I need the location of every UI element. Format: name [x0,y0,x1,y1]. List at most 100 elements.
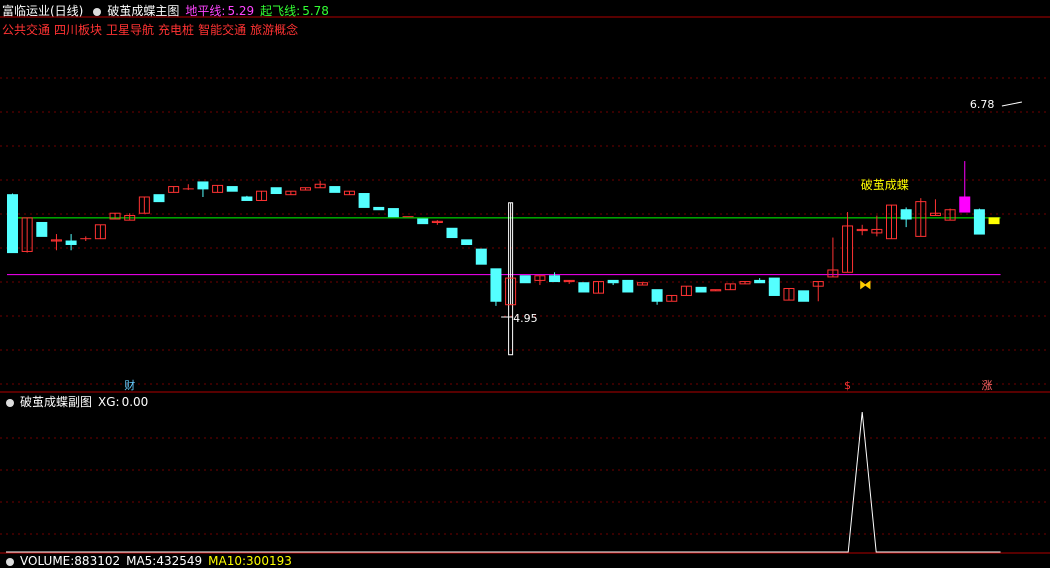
candle-body [607,279,619,284]
candle-body [695,286,707,293]
candle [285,190,297,196]
chart-labels: 6.78 4.95 破茧成蝶 ⧓ 财 $ 涨 [124,98,1022,392]
candle [695,286,707,293]
dollar-marker[interactable]: $ [844,379,851,392]
candle [622,279,634,293]
candle-body [461,239,473,245]
candle [900,207,912,228]
candle [256,190,268,201]
candle [329,186,341,193]
candle [915,198,927,237]
candle [636,282,648,286]
candle [812,281,824,302]
candle [50,234,62,251]
candle [798,290,810,302]
candle [241,195,253,201]
candle [886,204,897,240]
candle-body [519,275,531,284]
candle [593,281,604,294]
candle-body [651,289,663,302]
candle [959,161,971,213]
candle-body [7,194,18,254]
candle-body [959,196,971,213]
candle-body [241,196,253,201]
candle [534,275,546,286]
candle-body [900,209,912,220]
candle-body [475,248,487,265]
candle [651,289,663,305]
candle [343,190,355,196]
candle [973,208,985,235]
candle [578,282,590,293]
candle-body [373,206,385,211]
candle [94,224,106,240]
candle-body [36,221,48,237]
candle [944,208,956,221]
candle [988,217,1000,225]
candle [739,281,751,285]
candle [226,186,238,192]
signal-line [6,411,1001,553]
candle [270,187,282,195]
candle [710,289,722,292]
candle-body [490,268,502,302]
candle [431,220,443,225]
candle [373,206,385,211]
candle [314,180,326,189]
candle-body [358,193,370,208]
candle [505,202,517,356]
candle-body [798,290,810,302]
candle-body [65,240,77,245]
candle [182,184,194,191]
candle [387,208,399,218]
candle [80,236,92,242]
candle [446,227,458,239]
candle [549,272,561,283]
max-price-arrow [1001,101,1022,107]
limit-up-marker[interactable]: 涨 [982,379,993,392]
grid-lines [0,16,1050,554]
candle [666,294,678,302]
candle [519,275,531,284]
candle-body [153,194,165,203]
candle-body [417,218,429,225]
butterfly-icon: ⧓ [859,278,872,293]
candle [783,288,795,301]
candle [7,193,18,254]
candle [929,199,941,217]
candle-body [768,277,780,296]
financial-report-marker[interactable]: 财 [124,378,135,392]
candle [827,237,839,278]
candle [138,196,150,214]
candle [871,215,883,237]
candle-body [578,282,590,293]
candle-body [226,186,238,192]
candle-series [7,161,1000,356]
candle [768,277,780,296]
candle [856,224,868,236]
candle [21,217,33,253]
candle-body [973,209,985,235]
candle [842,212,854,273]
candle [197,181,209,197]
candle [475,248,487,265]
min-price-label: 4.95 [513,312,538,325]
candle [212,184,224,193]
candle [36,221,48,237]
candle [300,187,311,191]
candle-body [754,279,766,284]
candle [754,278,766,284]
candle-body [549,275,561,283]
candle-body [446,227,458,239]
candle [168,186,180,193]
candle-body [270,187,282,195]
candle [724,283,736,291]
breakout-annotation: 破茧成蝶 [861,177,909,192]
stock-chart[interactable]: 6.78 4.95 破茧成蝶 ⧓ 财 $ 涨 [0,0,1050,563]
candle-body [988,217,1000,225]
candle-body [329,186,341,193]
candle [680,285,692,296]
candle [490,268,502,306]
candle-body [622,279,634,293]
candle-body [387,208,399,218]
